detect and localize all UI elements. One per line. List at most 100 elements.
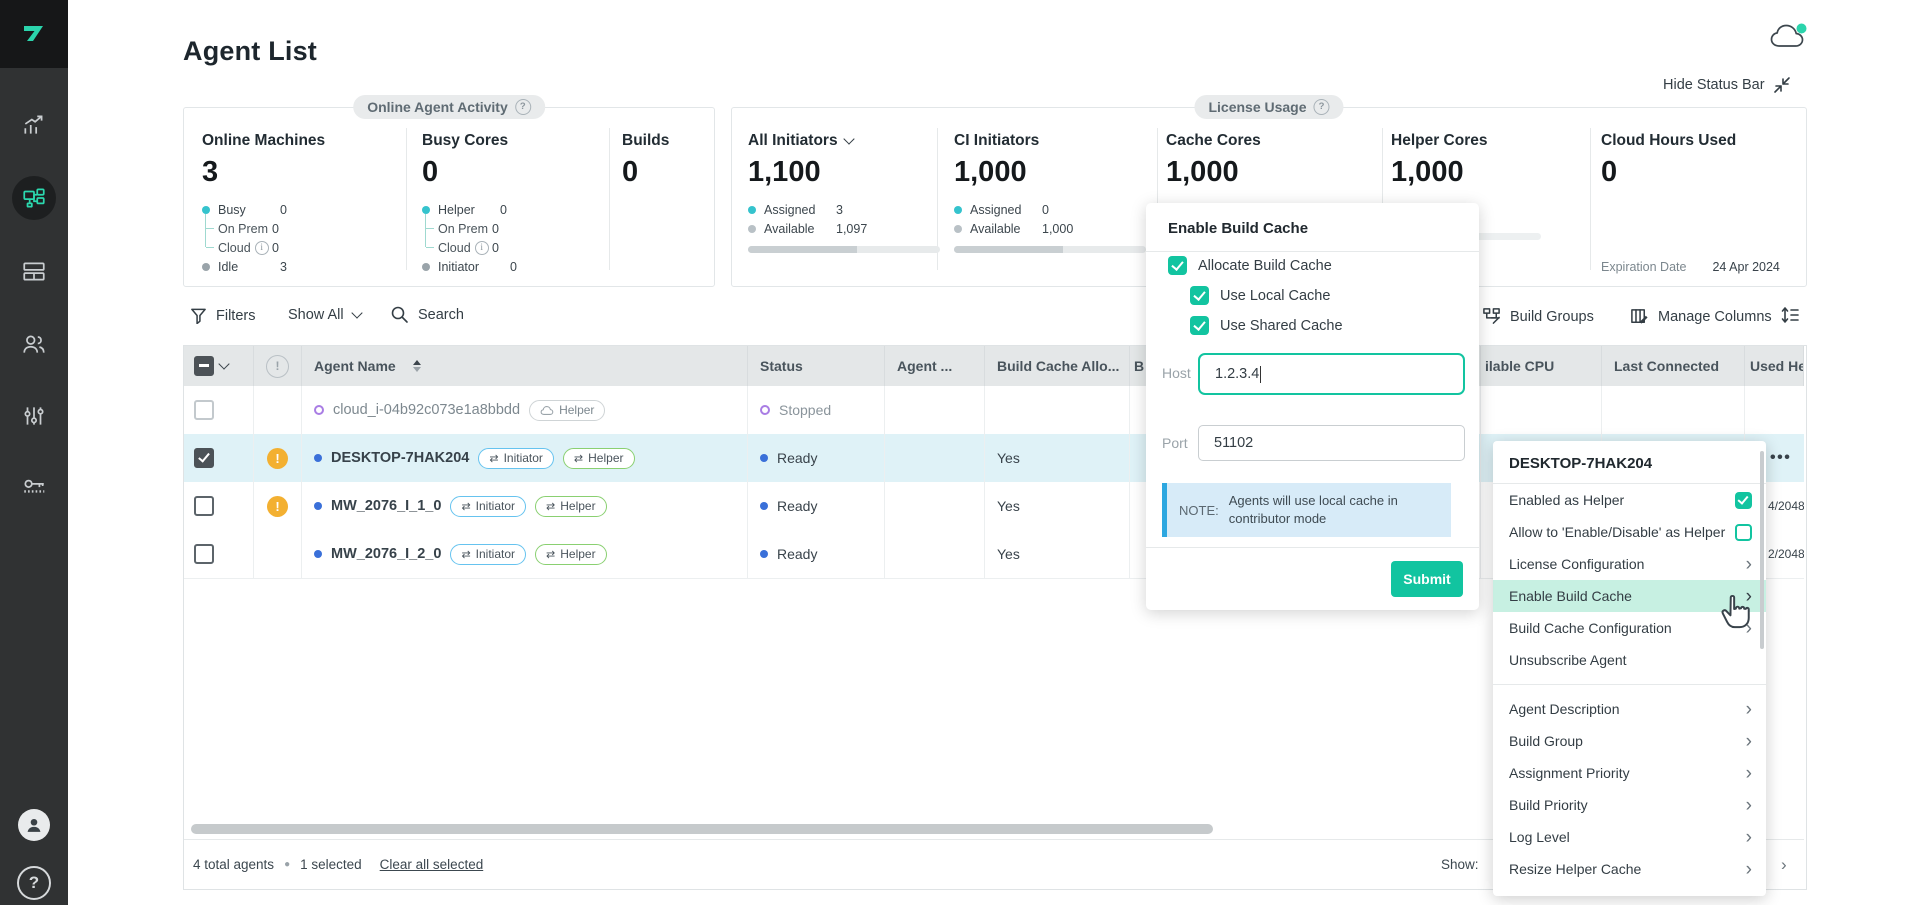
row-height-icon: [1780, 305, 1800, 325]
initiator-icon: ⇄: [461, 500, 470, 513]
hide-status-bar-button[interactable]: Hide Status Bar: [1663, 76, 1791, 94]
menu-item-agent-description[interactable]: Agent Description: [1493, 693, 1766, 725]
helper-cores-label: Helper Cores: [1391, 132, 1541, 150]
mouse-cursor-hand: [1718, 593, 1752, 633]
sort-icon[interactable]: [413, 360, 421, 372]
agent-name: MW_2076_I_2_0: [331, 546, 441, 562]
row-height-button[interactable]: [1780, 305, 1800, 325]
warning-icon[interactable]: [267, 496, 288, 517]
menu-item-allow-enable-disable[interactable]: Allow to 'Enable/Disable' as Helper: [1493, 516, 1766, 548]
enable-build-cache-dialog: Enable Build Cache Allocate Build Cache …: [1146, 203, 1479, 610]
chevron-right-icon: [1746, 764, 1752, 783]
online-agent-activity-label: Online Agent Activity: [367, 99, 508, 115]
checkbox-checked-icon[interactable]: [1735, 492, 1752, 509]
swap-arrows-icon: ⇄: [546, 548, 555, 561]
sidebar-item-agents[interactable]: [12, 176, 56, 220]
initiator-badge: ⇄Initiator: [450, 496, 526, 517]
header-used-helper: Used He: [1745, 346, 1804, 386]
submit-button[interactable]: Submit: [1391, 561, 1463, 597]
builds-label: Builds: [622, 132, 669, 150]
swap-arrows-icon: ⇄: [574, 452, 583, 465]
manage-columns-button[interactable]: Manage Columns: [1630, 307, 1772, 326]
menu-scrollbar[interactable]: [1760, 451, 1764, 649]
show-all-dropdown[interactable]: Show All: [288, 307, 361, 323]
menu-item-assignment-priority[interactable]: Assignment Priority: [1493, 757, 1766, 789]
build-cache-value: Yes: [997, 546, 1020, 562]
ci-initiators-value: 1,000: [954, 156, 1146, 189]
helper-badge: ⇄Helper: [535, 544, 607, 565]
use-local-cache-checkbox[interactable]: Use Local Cache: [1190, 286, 1330, 305]
all-initiators-dropdown[interactable]: [843, 133, 854, 144]
chevron-right-icon: [1746, 555, 1752, 574]
use-shared-cache-checkbox[interactable]: Use Shared Cache: [1190, 316, 1343, 335]
initiator-badge: ⇄Initiator: [478, 448, 554, 469]
cloud-status-button[interactable]: [1768, 20, 1810, 59]
table-header-row: Agent Name Status Agent ... Build Cache …: [184, 346, 1804, 386]
agent-list-page: Agent List Hide Status Bar Online Agent …: [0, 0, 1911, 905]
menu-item-unsubscribe-agent[interactable]: Unsubscribe Agent: [1493, 644, 1766, 676]
checkbox-checked-icon: [1190, 316, 1209, 335]
row-checkbox[interactable]: [194, 496, 214, 516]
filters-button[interactable]: Filters: [190, 307, 255, 324]
note-text: Agents will use local cache in contribut…: [1229, 492, 1429, 527]
initiator-icon: ⇄: [461, 548, 470, 561]
user-avatar[interactable]: [18, 809, 50, 841]
sidebar-item-dashboard[interactable]: [12, 249, 56, 293]
horizontal-scrollbar[interactable]: [191, 824, 1213, 834]
online-agent-activity-card: Online Agent Activity Online Machines 3 …: [183, 107, 715, 287]
row-checkbox[interactable]: [194, 448, 214, 468]
filter-funnel-icon: [190, 307, 207, 324]
port-value: 51102: [1214, 435, 1253, 451]
menu-item-enabled-as-helper[interactable]: Enabled as Helper: [1493, 484, 1766, 516]
hide-status-bar-label: Hide Status Bar: [1663, 77, 1765, 93]
select-menu-chevron[interactable]: [218, 358, 229, 369]
sidebar-item-analytics[interactable]: [12, 103, 56, 147]
menu-item-resize-helper-cache[interactable]: Resize Helper Cache: [1493, 853, 1766, 885]
clear-all-selected-link[interactable]: Clear all selected: [380, 857, 484, 872]
collapse-icon: [1773, 76, 1791, 94]
allocate-build-cache-checkbox[interactable]: Allocate Build Cache: [1168, 256, 1332, 275]
page-title: Agent List: [183, 36, 317, 67]
cloud-info-icon[interactable]: [255, 241, 269, 255]
status-text: Ready: [777, 546, 817, 562]
agent-type-dot: [314, 550, 322, 558]
busy-dot: [202, 206, 210, 214]
sidebar-item-license[interactable]: [12, 464, 56, 508]
app-logo[interactable]: [0, 0, 68, 68]
builds-metric: Builds 0: [622, 132, 669, 189]
host-input[interactable]: 1.2.3.4: [1198, 353, 1465, 395]
menu-item-license-configuration[interactable]: License Configuration: [1493, 548, 1766, 580]
busy-cores-metric: Busy Cores 0 Helper 0 On Prem 0 Cloud 0 …: [422, 132, 517, 276]
helper-badge: ⇄Helper: [563, 448, 635, 469]
search-button[interactable]: Search: [390, 305, 464, 324]
menu-item-log-level[interactable]: Log Level: [1493, 821, 1766, 853]
busy-cores-legend: Helper 0 On Prem 0 Cloud 0 Initiator 0: [422, 200, 517, 276]
header-agent-name[interactable]: Agent Name: [302, 346, 748, 386]
help-info-icon[interactable]: [515, 99, 531, 115]
online-machines-metric: Online Machines 3 Busy 0 On Prem 0 Cloud…: [202, 132, 325, 276]
header-build-cache: Build Cache Allo...: [985, 346, 1130, 386]
sidebar-item-settings[interactable]: [12, 394, 56, 438]
cache-cores-value: 1,000: [1166, 156, 1261, 189]
row-checkbox[interactable]: [194, 400, 214, 420]
select-all-checkbox[interactable]: [194, 356, 214, 376]
build-groups-button[interactable]: Build Groups: [1482, 307, 1594, 326]
help-info-icon[interactable]: [1314, 99, 1330, 115]
help-button[interactable]: [17, 866, 51, 900]
header-agent-truncated: Agent ...: [885, 346, 985, 386]
builds-value: 0: [622, 156, 669, 189]
warning-icon[interactable]: [267, 448, 288, 469]
table-row[interactable]: cloud_i-04b92c073e1a8bbdd Helper Stopped: [184, 386, 1804, 435]
sidebar-item-users[interactable]: [12, 322, 56, 366]
initiator-badge: ⇄Initiator: [450, 544, 526, 565]
helper-badge: Helper: [529, 400, 605, 421]
header-status: Status: [748, 346, 885, 386]
row-checkbox[interactable]: [194, 544, 214, 564]
checkbox-unchecked-icon[interactable]: [1735, 524, 1752, 541]
menu-item-build-priority[interactable]: Build Priority: [1493, 789, 1766, 821]
menu-item-build-group[interactable]: Build Group: [1493, 725, 1766, 757]
pagination-next-button[interactable]: ›: [1781, 855, 1787, 875]
cloud-info-icon[interactable]: [475, 241, 489, 255]
port-input[interactable]: 51102: [1198, 425, 1465, 461]
user-avatar-icon: [23, 814, 45, 836]
